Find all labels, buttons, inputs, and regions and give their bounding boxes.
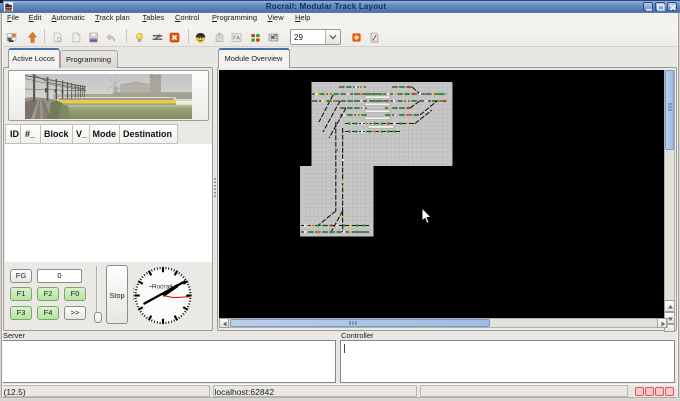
svg-text:FA: FA [233,36,240,42]
